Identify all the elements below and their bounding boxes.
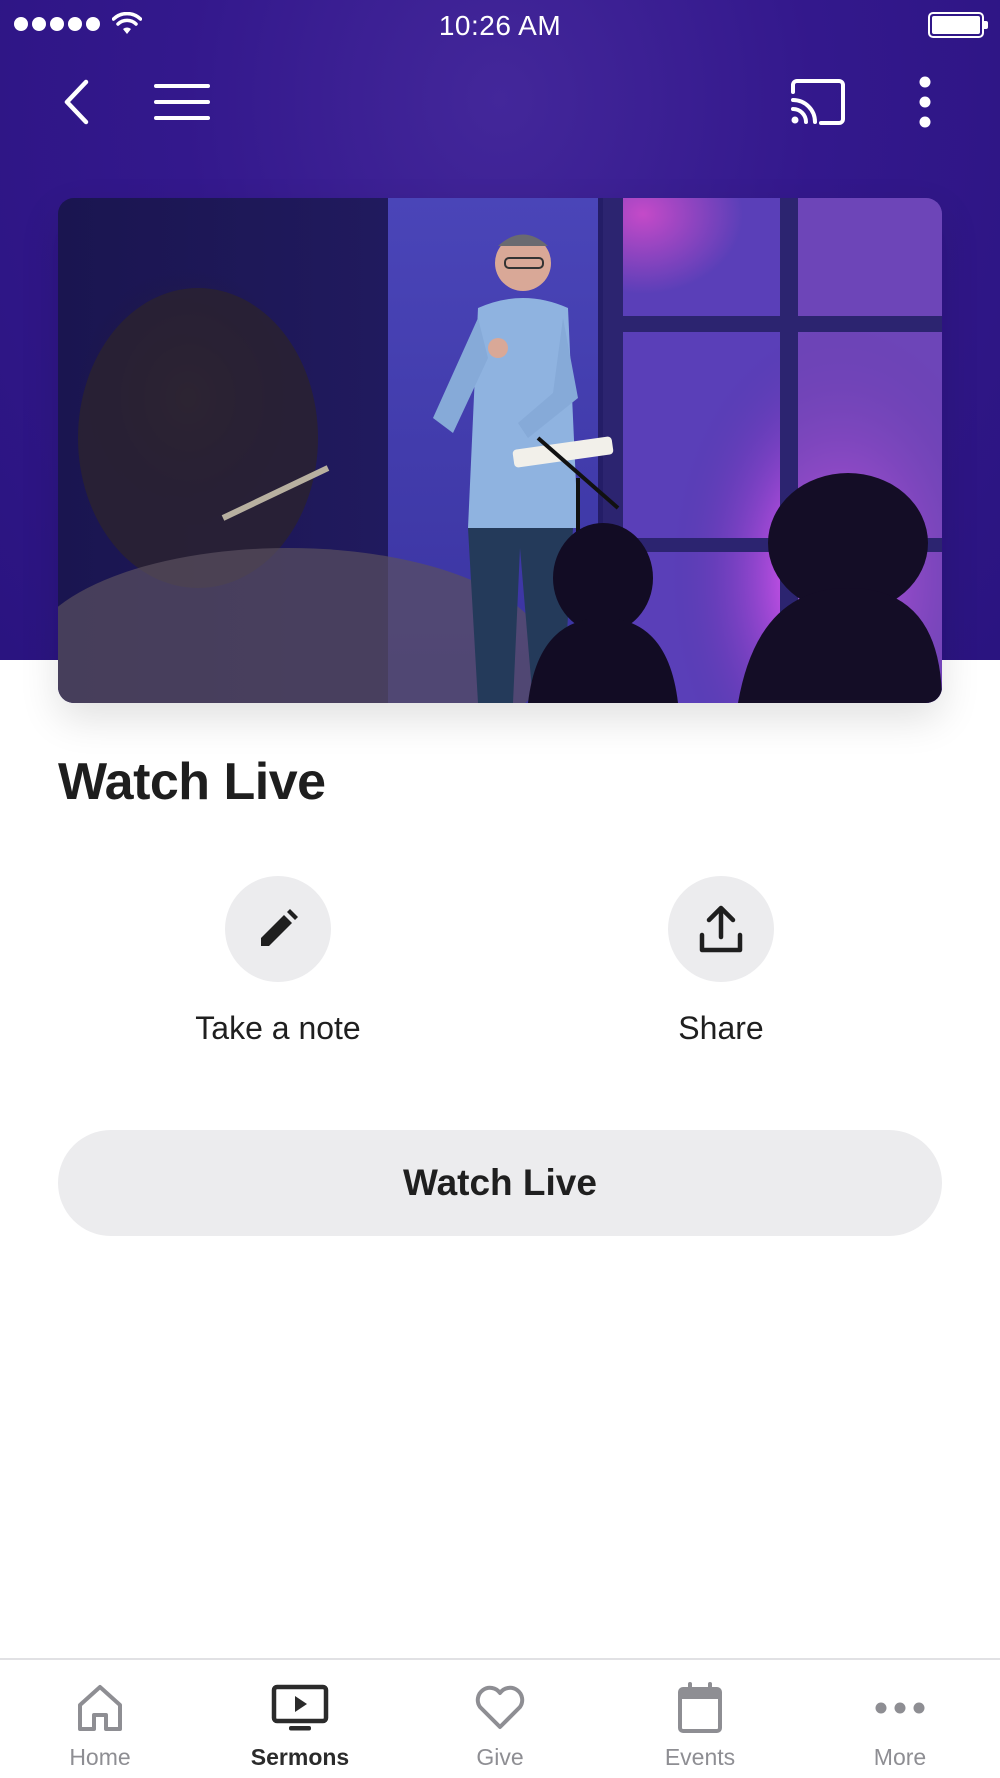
tab-give-label: Give (476, 1744, 524, 1770)
hero-illustration (58, 198, 942, 703)
battery-full-icon (928, 12, 988, 38)
share-label: Share (678, 1010, 764, 1046)
share-upload-icon (699, 905, 743, 953)
take-note-label: Take a note (195, 1010, 361, 1046)
sermon-hero-image (58, 198, 942, 703)
tab-give[interactable]: Give (400, 1660, 600, 1778)
vertical-dots-icon (919, 76, 931, 128)
page-title: Watch Live (58, 753, 326, 811)
status-bar: 10:26 AM (0, 0, 1000, 50)
cast-button[interactable] (782, 70, 854, 134)
heart-icon (475, 1685, 525, 1729)
tab-more[interactable]: More (800, 1660, 1000, 1778)
video-play-icon (271, 1684, 329, 1731)
status-time: 10:26 AM (438, 10, 562, 41)
tab-home-label: Home (69, 1744, 131, 1770)
tab-sermons[interactable]: Sermons (200, 1660, 400, 1778)
pencil-icon (261, 909, 298, 946)
more-dots-icon (875, 1702, 925, 1714)
tab-home[interactable]: Home (0, 1660, 200, 1778)
bottom-tab-bar: Home Sermons Give Events More (0, 1658, 1000, 1778)
share-action[interactable]: Share (591, 876, 851, 1047)
menu-button[interactable] (150, 70, 214, 134)
tab-events-label: Events (664, 1744, 736, 1770)
back-button[interactable] (48, 70, 104, 134)
calendar-icon (678, 1682, 722, 1733)
more-options-button[interactable] (900, 70, 950, 134)
hamburger-menu-icon (154, 84, 210, 120)
tab-more-label: More (873, 1744, 927, 1770)
tab-sermons-label: Sermons (250, 1744, 350, 1770)
take-note-action[interactable]: Take a note (148, 876, 408, 1047)
home-icon (78, 1685, 122, 1731)
tab-events[interactable]: Events (600, 1660, 800, 1778)
cast-icon (791, 79, 845, 125)
chevron-left-icon (64, 79, 89, 125)
share-button[interactable] (668, 876, 774, 982)
watch-live-button[interactable]: Watch Live (58, 1130, 942, 1236)
take-note-button[interactable] (225, 876, 331, 982)
